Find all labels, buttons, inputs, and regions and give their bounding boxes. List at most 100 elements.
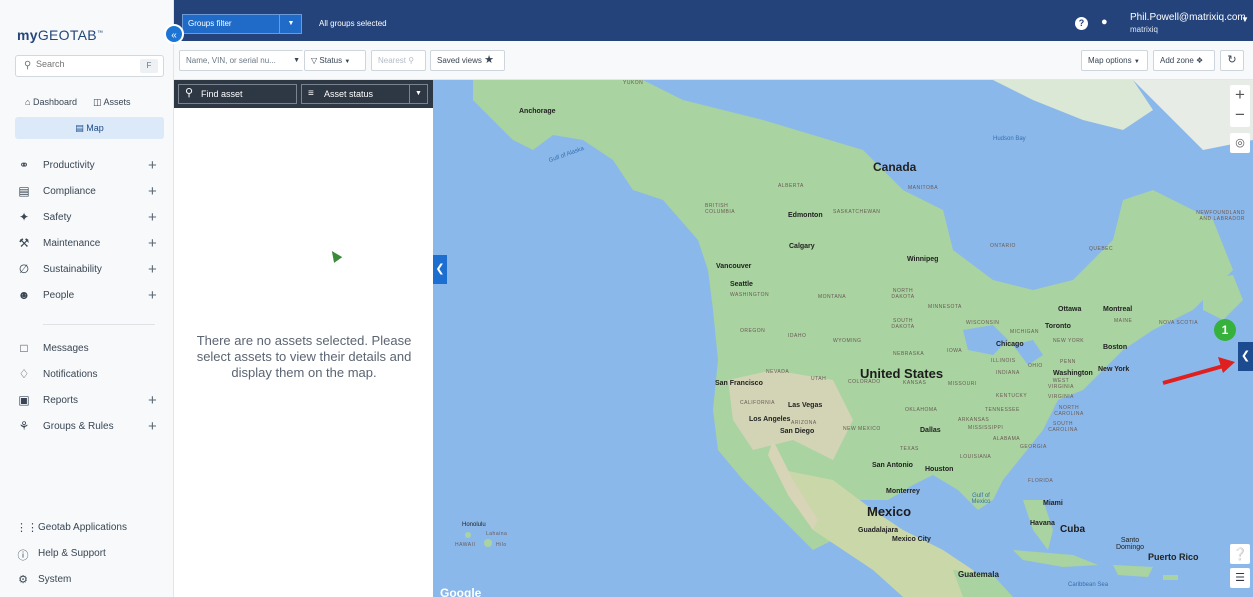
map-label: KANSAS [903, 380, 927, 386]
map-label: Canada [873, 160, 917, 174]
map-label: Puerto Rico [1148, 552, 1199, 562]
refresh-button[interactable]: ↻ [1220, 50, 1244, 71]
chevron-down-icon: ▼ [1133, 59, 1140, 65]
chevron-down-icon[interactable]: ▼ [409, 85, 427, 103]
map-label: MONTANA [818, 294, 847, 300]
sidebar-item-notifications[interactable]: ♢ Notifications [0, 365, 174, 385]
expand-plus-icon[interactable]: + [148, 209, 157, 226]
callout-number-badge: 1 [1214, 319, 1236, 341]
expand-plus-icon[interactable]: + [148, 235, 157, 252]
map-label: YUKON [623, 80, 644, 86]
user-email[interactable]: Phil.Powell@matrixiq.com [1130, 12, 1246, 23]
geotab-logo[interactable]: myGEOTAB™ [17, 27, 103, 43]
sidebar-item-groups-rules[interactable]: ⚘ Groups & Rules + [0, 417, 174, 437]
nearest-button[interactable]: Nearest ⚲ [371, 50, 426, 71]
expand-plus-icon[interactable]: + [148, 261, 157, 278]
home-icon: ⌂ [25, 97, 31, 107]
saved-views-button[interactable]: Saved views ★ [430, 50, 505, 71]
map-layers-button[interactable]: ☰ [1230, 568, 1250, 588]
chevron-down-icon: ▼ [344, 59, 351, 65]
user-menu-chevron-icon[interactable]: ▼ [1241, 15, 1249, 24]
map-label: COLORADO [848, 379, 881, 385]
collapse-asset-panel-button[interactable]: ❮ [433, 255, 447, 284]
map-label: Mexico City [892, 536, 931, 543]
sidebar-item-productivity[interactable]: ⚭ Productivity + [0, 156, 174, 176]
message-icon: □ [20, 341, 28, 355]
expand-plus-icon[interactable]: + [148, 183, 157, 200]
sidebar-item-safety[interactable]: ✦ Safety + [0, 208, 174, 228]
map-label: PENN [1060, 359, 1076, 365]
help-icon: ❔ [1232, 547, 1248, 561]
sidebar-item-help-support[interactable]: ⓘ Help & Support [0, 545, 174, 563]
map-label: Anchorage [519, 108, 556, 115]
map-label: GEORGIA [1020, 444, 1047, 450]
map-icon: ▤ [75, 123, 84, 133]
chevron-left-icon: ❮ [435, 263, 445, 275]
sidebar-item-reports[interactable]: ▣ Reports + [0, 391, 174, 411]
open-right-panel-button[interactable]: ❮ [1238, 342, 1253, 371]
map-label: SOUTH DAKOTA [891, 318, 915, 330]
map-label: Caribbean Sea [1068, 582, 1109, 588]
sidebar-divider [43, 324, 155, 325]
expand-plus-icon[interactable]: + [148, 287, 157, 304]
empty-assets-message: There are no assets selected. Please sel… [196, 333, 412, 380]
map-label: Winnipeg [907, 256, 939, 263]
asset-status-button[interactable]: ≡ Asset status ▼ [301, 84, 428, 104]
search-icon: ⚲ [24, 60, 32, 71]
search-icon: ⚲ [185, 87, 194, 99]
sidebar-item-people[interactable]: ☻ People + [0, 286, 174, 306]
help-icon[interactable]: ? [1075, 17, 1088, 30]
map-label: Mexico [867, 504, 912, 519]
map-label: INDIANA [996, 370, 1020, 376]
search-input[interactable] [36, 59, 136, 69]
sidebar-item-maintenance[interactable]: ⚒ Maintenance + [0, 234, 174, 254]
sidebar-item-system[interactable]: ⚙ System [0, 571, 174, 589]
map-label: BRITISH COLUMBIA [705, 203, 736, 215]
leaf-icon: ∅ [18, 262, 30, 276]
collapse-sidebar-button[interactable]: « [164, 24, 184, 44]
asset-search-dropdown[interactable]: Name, VIN, or serial nu... ▼ [179, 50, 307, 71]
map-canvas[interactable]: YUKON Anchorage Gulf of Alaska Hudson Ba… [433, 80, 1253, 597]
groups-icon: ⚘ [18, 419, 30, 433]
bell-icon: ♢ [18, 367, 30, 381]
map-label: Gulf of Mexico [971, 493, 991, 505]
zoom-out-button[interactable]: − [1230, 105, 1250, 125]
star-icon: ★ [484, 54, 495, 66]
expand-plus-icon[interactable]: + [148, 418, 157, 435]
map-button[interactable]: ▤ Map [15, 117, 164, 139]
status-filter-button[interactable]: ▽ Status ▼ [304, 50, 366, 71]
clipboard-icon: ▤ [18, 184, 30, 198]
map-label: MICHIGAN [1010, 329, 1039, 335]
expand-plus-icon[interactable]: + [148, 157, 157, 174]
assets-button[interactable]: ◫ Assets [93, 91, 131, 113]
sidebar-item-compliance[interactable]: ▤ Compliance + [0, 182, 174, 202]
zoom-in-button[interactable]: + [1230, 85, 1250, 105]
map-label: Chicago [996, 341, 1024, 348]
sidebar-item-sustainability[interactable]: ∅ Sustainability + [0, 260, 174, 280]
add-zone-button[interactable]: Add zone ❖ [1153, 50, 1215, 71]
locate-me-button[interactable]: ◎ [1230, 133, 1250, 153]
map-label: MANITOBA [908, 185, 939, 191]
map-label: VIRGINIA [1048, 394, 1074, 400]
map-label: ALABAMA [993, 436, 1021, 442]
dashboard-button[interactable]: ⌂ Dashboard [25, 91, 77, 113]
sidebar-item-messages[interactable]: □ Messages [0, 339, 174, 359]
find-asset-button[interactable]: ⚲ Find asset [178, 84, 297, 104]
map-label: New York [1098, 366, 1130, 373]
chevron-down-icon[interactable]: ▼ [279, 14, 302, 34]
map-label: Guatemala [958, 570, 999, 579]
map-label: IOWA [947, 348, 963, 354]
map-options-button[interactable]: Map options ▼ [1081, 50, 1148, 71]
expand-plus-icon[interactable]: + [148, 392, 157, 409]
asset-panel: ⚲ Find asset ≡ Asset status ▼ There are no … [174, 80, 433, 597]
user-icon[interactable]: ● [1101, 16, 1108, 28]
map-label: NEVADA [766, 369, 790, 375]
report-icon: ▣ [18, 393, 30, 407]
map-help-button[interactable]: ❔ [1230, 544, 1250, 564]
user-org: matrixiq [1130, 25, 1159, 34]
groups-status: All groups selected [319, 19, 387, 28]
map-label: Monterrey [886, 488, 920, 495]
map-label: SOUTH CAROLINA [1048, 421, 1078, 433]
search-box[interactable]: ⚲ F [15, 55, 164, 77]
sidebar-item-geotab-applications[interactable]: ⋮⋮ Geotab Applications [0, 519, 174, 537]
